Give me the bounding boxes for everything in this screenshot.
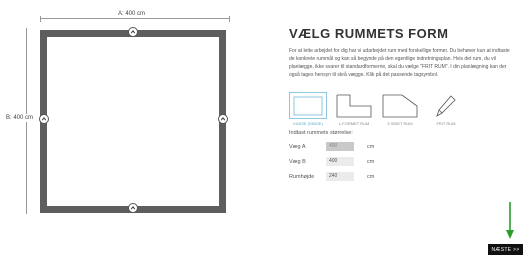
chevron-up-icon [130,206,136,210]
square-room-icon [289,92,327,119]
next-button[interactable]: NÆSTE >> [488,244,523,255]
size-section-title: Indtast rummets størrelse: [289,130,353,136]
right-wall-handle[interactable] [218,114,228,124]
shape-options: KASSE (SNIGE) L-FORMET RUM 5 SIDET RUM F… [289,92,465,126]
pencil-icon [427,92,465,119]
shape-option-free[interactable]: FRIT RUM [427,92,465,126]
shape-label: FRIT RUM [436,121,456,126]
room-height-input[interactable]: 240 [326,172,354,181]
top-wall-handle[interactable] [128,27,138,37]
left-wall-handle[interactable] [39,114,49,124]
room-height-row: Rumhøjde 240 cm [289,172,374,181]
shape-option-box[interactable]: KASSE (SNIGE) [289,92,327,126]
room-walls [40,30,226,213]
room-height-unit: cm [367,173,375,180]
wall-b-row: Væg B 400 cm [289,157,374,166]
room-height-label: Rumhøjde [289,173,315,180]
wall-a-row: Væg A 400 cm [289,142,374,151]
arrow-down-icon [506,202,514,239]
width-dimension-line [40,16,230,22]
height-dimension-label: B: 400 cm [5,114,35,122]
wall-b-label: Væg B [289,158,306,165]
l-shaped-room-icon [335,92,373,119]
shape-label: 5 SIDET RUM [387,121,413,126]
width-dimension-label: A: 400 cm [116,11,148,17]
shape-option-five-sided[interactable]: 5 SIDET RUM [381,92,419,126]
five-sided-room-icon [381,92,419,119]
wall-b-input[interactable]: 400 [326,157,354,166]
chevron-up-icon [130,30,136,34]
room-canvas[interactable]: A: 400 cm B: 400 cm [0,0,260,255]
chevron-up-icon [220,117,226,121]
shape-label: L-FORMET RUM [338,121,370,126]
page-title: VÆLG RUMMETS FORM [289,26,449,41]
wall-b-unit: cm [367,158,375,165]
wall-a-label: Væg A [289,143,306,150]
chevron-up-icon [41,117,47,121]
shape-option-l-shaped[interactable]: L-FORMET RUM [335,92,373,126]
bottom-wall-handle[interactable] [128,203,138,213]
wall-a-unit: cm [367,143,375,150]
shape-label: KASSE (SNIGE) [293,121,323,126]
description-text: For at lette arbejdet for dig har vi uda… [289,48,510,78]
wall-a-input[interactable]: 400 [326,142,354,151]
shape-panel: VÆLG RUMMETS FORM For at lette arbejdet … [289,26,514,79]
